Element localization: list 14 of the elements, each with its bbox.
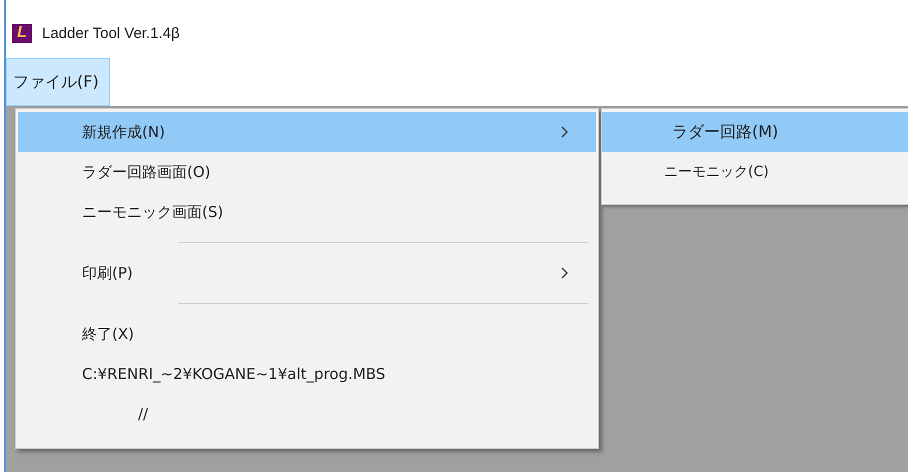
menu-item[interactable]: ニーモニック画面(S): [18, 192, 596, 232]
menu-item[interactable]: 印刷(P): [18, 253, 596, 293]
menu-item[interactable]: 終了(X): [18, 314, 596, 354]
menu-item[interactable]: C:¥RENRI_~2¥KOGANE~1¥alt_prog.MBS: [18, 354, 596, 394]
menu-item[interactable]: ラダー回路画面(O): [18, 152, 596, 192]
submenu-item[interactable]: ニーモニック(C): [602, 152, 908, 192]
menu-item[interactable]: 新規作成(N): [18, 112, 596, 152]
menu-item[interactable]: //: [18, 394, 596, 434]
menu-bar-item[interactable]: ファイル(F): [6, 58, 110, 106]
chevron-icon: [561, 267, 568, 279]
chevron-icon: [561, 126, 568, 138]
app-logo: L: [12, 24, 32, 42]
window-title: Ladder Tool Ver.1.4β: [42, 24, 180, 42]
submenu-item[interactable]: ラダー回路(M): [602, 112, 908, 152]
